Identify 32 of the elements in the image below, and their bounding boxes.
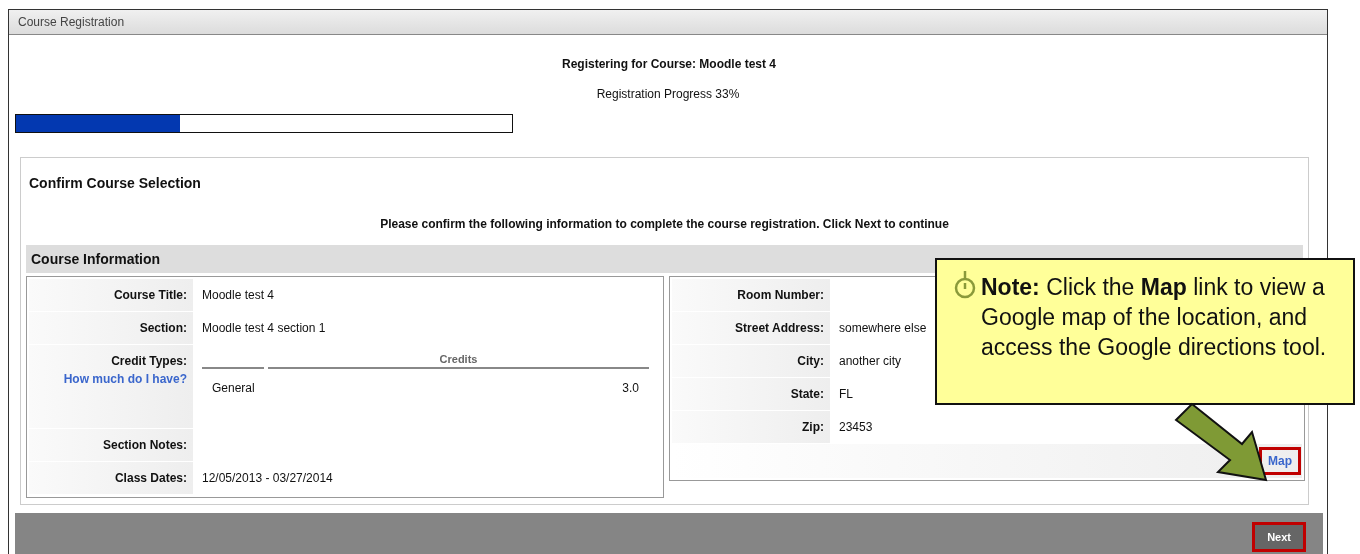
instructions-text: Please confirm the following information to complete the course registration. Click Next to continue: [379, 217, 950, 232]
credits-column-header: Credits: [268, 353, 649, 370]
column-rule: [202, 367, 264, 370]
credit-amount: 3.0: [622, 381, 639, 396]
field-label: Zip:: [802, 420, 824, 435]
credits-help-link[interactable]: How much do I have?: [63, 372, 187, 387]
window-title: Course Registration: [18, 14, 125, 29]
field-value: somewhere else: [839, 321, 927, 336]
panel-title: Course Information: [31, 251, 161, 268]
field-label: Class Dates:: [114, 471, 187, 486]
field-label: State:: [790, 387, 824, 402]
callout-text: Note: Click the Map link to view a Google map of the location, and access the Google directions tool.: [981, 273, 1328, 362]
map-link[interactable]: Map: [1262, 450, 1298, 473]
field-label: Street Address:: [735, 321, 824, 336]
field-value: 12/05/2013 - 03/27/2014: [202, 471, 333, 486]
field-label: Section:: [139, 321, 187, 336]
credit-type: General: [212, 381, 255, 396]
field-label: Course Title:: [113, 288, 187, 303]
field-label: Credit Types:: [111, 354, 187, 369]
field-label: Section Notes:: [103, 438, 187, 453]
field-value: 23453: [839, 420, 873, 435]
section-title: Confirm Course Selection: [28, 174, 202, 192]
stopwatch-icon: [953, 270, 977, 300]
course-heading: Registering for Course: Moodle test 4: [561, 56, 777, 71]
field-label: Room Number:: [737, 288, 824, 303]
progress-label: Registration Progress 33%: [595, 86, 741, 101]
next-button[interactable]: Next: [1255, 525, 1303, 550]
field-value: FL: [839, 387, 853, 402]
field-value: Moodle test 4: [202, 288, 275, 303]
field-label: City:: [797, 354, 824, 369]
field-value: another city: [839, 354, 902, 369]
field-value: Moodle test 4 section 1: [202, 321, 326, 336]
